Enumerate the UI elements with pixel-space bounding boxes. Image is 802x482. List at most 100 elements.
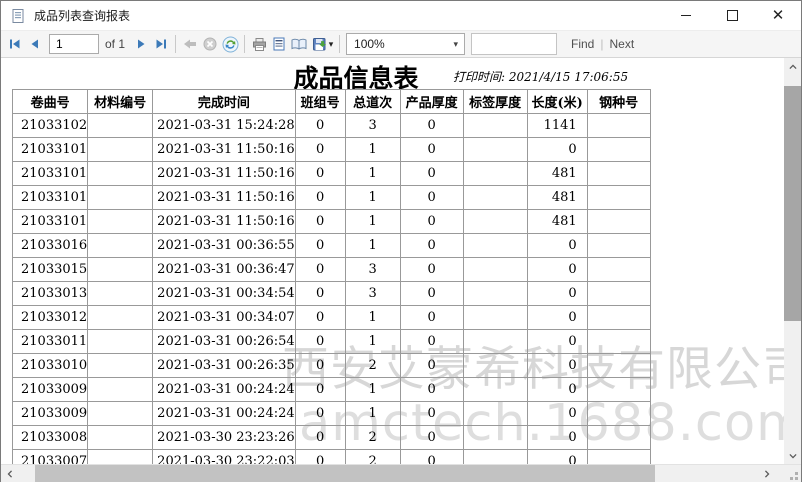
close-button[interactable]: ✕ [755,1,801,30]
table-cell: 2021-03-30 23:22:03 [153,450,295,465]
table-cell: 3 [345,258,400,282]
table-cell [88,234,153,258]
report-viewport: 成品信息表 打印时间: 2021/4/15 17:06:55 西安艾蒙希科技有限… [1,58,801,464]
zoom-value: 100% [354,37,385,51]
table-cell: 0 [400,306,463,330]
print-button[interactable] [249,33,269,55]
scroll-up-icon[interactable] [784,58,801,75]
table-cell: 0 [295,162,345,186]
vertical-scrollbar[interactable] [784,58,801,464]
table-cell: 0 [295,114,345,138]
next-button[interactable]: Next [609,37,634,51]
table-cell [587,378,650,402]
table-cell: 0 [295,234,345,258]
first-page-button[interactable] [5,33,25,55]
horizontal-scroll-track[interactable] [18,465,758,482]
table-cell: 0 [295,258,345,282]
table-cell: 2021-03-31 00:34:54 [153,282,295,306]
export-dropdown-caret-icon: ▾ [329,39,334,50]
table-cell [88,186,153,210]
page-number-input[interactable] [49,34,99,54]
next-page-button[interactable] [131,33,151,55]
table-cell: 1 [345,210,400,234]
table-cell: 481 [527,186,587,210]
table-row: 210330122021-03-31 00:34:070100 [13,306,651,330]
table-cell: 2021-03-31 00:26:35 [153,354,295,378]
table-cell: 0 [527,450,587,465]
table-cell: 0 [400,402,463,426]
zoom-caret-icon: ▾ [453,39,464,50]
table-cell: 21033101 [13,186,88,210]
column-header: 完成时间 [153,90,295,114]
horizontal-scrollbar[interactable] [1,464,801,482]
scroll-down-icon[interactable] [784,447,801,464]
zoom-select[interactable]: 100% ▾ [346,33,465,55]
table-cell: 2 [345,426,400,450]
table-cell: 2021-03-31 00:24:24 [153,378,295,402]
table-cell [587,306,650,330]
table-cell: 2021-03-31 11:50:16 [153,210,295,234]
back-button[interactable] [180,33,200,55]
table-cell: 2 [345,354,400,378]
table-cell [463,258,527,282]
report-document-icon [10,8,26,24]
table-cell [587,210,650,234]
table-cell [88,282,153,306]
table-row: 210331022021-03-31 15:24:280301141 [13,114,651,138]
table-cell [88,210,153,234]
table-cell: 0 [295,186,345,210]
resize-grip[interactable] [775,465,801,482]
table-cell: 1 [345,234,400,258]
column-header: 长度(米) [527,90,587,114]
table-cell: 0 [400,114,463,138]
table-cell: 1 [345,186,400,210]
table-cell [587,450,650,465]
scroll-right-icon[interactable] [758,465,775,482]
stop-button[interactable] [200,33,220,55]
table-row: 210330092021-03-31 00:24:240100 [13,402,651,426]
page-setup-button[interactable] [289,33,309,55]
table-cell [587,330,650,354]
table-cell: 1141 [527,114,587,138]
table-cell: 0 [527,282,587,306]
export-button[interactable]: ▾ [309,33,335,55]
table-cell [463,330,527,354]
table-cell: 0 [295,426,345,450]
table-cell: 21033101 [13,162,88,186]
table-cell: 0 [295,330,345,354]
scroll-left-icon[interactable] [1,465,18,482]
table-cell [463,354,527,378]
page-count-label: of 1 [105,37,125,51]
print-layout-button[interactable] [269,33,289,55]
table-row: 210331012021-03-31 11:50:160100 [13,138,651,162]
vertical-scroll-thumb[interactable] [784,86,801,321]
table-cell: 0 [527,330,587,354]
search-input[interactable] [471,33,557,55]
horizontal-scroll-thumb[interactable] [35,465,655,482]
table-cell: 2021-03-30 23:23:26 [153,426,295,450]
toolbar-separator [339,35,340,53]
maximize-button[interactable] [709,1,755,30]
table-cell: 0 [400,210,463,234]
table-cell [88,450,153,465]
find-button[interactable]: Find [571,37,594,51]
last-page-button[interactable] [151,33,171,55]
table-cell: 21033102 [13,114,88,138]
table-cell: 21033101 [13,138,88,162]
table-cell [88,306,153,330]
window-title: 成品列表查询报表 [34,7,663,24]
prev-page-button[interactable] [25,33,45,55]
table-cell [587,234,650,258]
table-cell: 2021-03-31 15:24:28 [153,114,295,138]
table-cell: 0 [295,354,345,378]
table-cell: 0 [527,234,587,258]
table-cell: 2021-03-31 11:50:16 [153,138,295,162]
table-cell [587,114,650,138]
table-cell: 21033015 [13,258,88,282]
minimize-button[interactable] [663,1,709,30]
refresh-icon[interactable] [220,33,240,55]
table-cell: 0 [295,210,345,234]
table-cell [463,234,527,258]
report-toolbar: of 1 [1,31,801,58]
table-row: 210330082021-03-30 23:23:260200 [13,426,651,450]
